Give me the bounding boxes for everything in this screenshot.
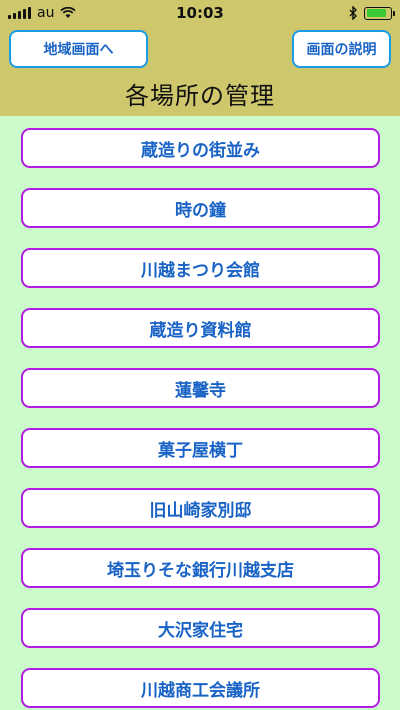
place-item[interactable]: 菓子屋横丁 (21, 428, 380, 468)
place-list-area[interactable]: 蔵造りの街並み 時の鐘 川越まつり会館 蔵造り資料館 蓮馨寺 菓子屋横丁 旧山崎… (0, 116, 400, 710)
header: 地域画面へ 画面の説明 各場所の管理 (0, 26, 400, 116)
battery-icon (364, 6, 395, 20)
place-item[interactable]: 大沢家住宅 (21, 608, 380, 648)
signal-icon (8, 7, 31, 19)
place-item[interactable]: 蓮馨寺 (21, 368, 380, 408)
status-bar: au 10:03 (0, 0, 400, 26)
place-item[interactable]: 旧山崎家別邸 (21, 488, 380, 528)
wifi-icon (60, 7, 77, 18)
bluetooth-icon (349, 6, 357, 20)
place-item[interactable]: 川越商工会議所 (21, 668, 380, 708)
place-item[interactable]: 蔵造り資料館 (21, 308, 380, 348)
status-right (349, 6, 395, 20)
carrier-label: au (37, 5, 55, 21)
back-to-region-button[interactable]: 地域画面へ (9, 30, 148, 68)
place-item[interactable]: 川越まつり会館 (21, 248, 380, 288)
battery-level (366, 9, 387, 17)
page-title: 各場所の管理 (125, 82, 275, 110)
place-item[interactable]: 蔵造りの街並み (21, 128, 380, 168)
screen-help-button[interactable]: 画面の説明 (292, 30, 391, 68)
place-item[interactable]: 時の鐘 (21, 188, 380, 228)
status-left: au (8, 5, 77, 21)
place-item[interactable]: 埼玉りそな銀行川越支店 (21, 548, 380, 588)
